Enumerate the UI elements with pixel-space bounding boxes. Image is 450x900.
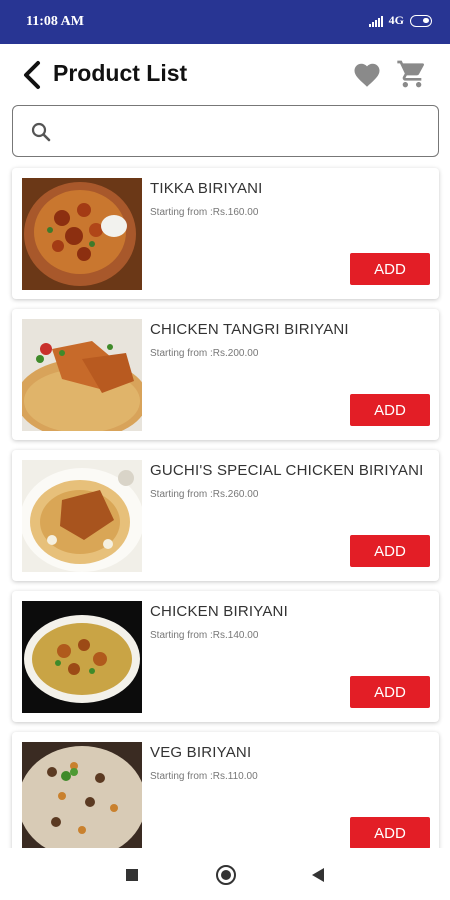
signal-icon [368,15,383,27]
back-icon[interactable] [312,868,324,882]
product-price: Starting from :Rs.200.00 [150,348,259,359]
status-time: 11:08 AM [26,14,84,29]
product-price: Starting from :Rs.140.00 [150,630,259,641]
product-card[interactable]: GUCHI'S SPECIAL CHICKEN BIRIYANI Startin… [12,450,439,581]
add-button[interactable]: ADD [350,676,430,708]
product-name: CHICKEN BIRIYANI [150,603,288,620]
system-nav-bar [0,848,450,900]
recents-icon[interactable] [126,869,138,881]
product-image [22,178,142,290]
search-input[interactable] [63,116,423,146]
product-card[interactable]: VEG BIRIYANI Starting from :Rs.110.00 AD… [12,732,439,863]
product-price: Starting from :Rs.110.00 [150,771,258,782]
product-price: Starting from :Rs.260.00 [150,489,259,500]
product-card[interactable]: CHICKEN BIRIYANI Starting from :Rs.140.0… [12,591,439,722]
product-image [22,601,142,713]
status-bar: 11:08 AM 4G [0,0,450,44]
cart-icon[interactable] [396,58,428,90]
battery-icon [410,14,432,27]
heart-icon[interactable] [351,60,383,90]
product-card[interactable]: TIKKA BIRIYANI Starting from :Rs.160.00 … [12,168,439,299]
product-list: TIKKA BIRIYANI Starting from :Rs.160.00 … [12,168,440,873]
network-label: 4G [388,13,404,27]
home-icon[interactable] [216,865,236,885]
product-name: GUCHI'S SPECIAL CHICKEN BIRIYANI [150,462,424,479]
app-header: Product List [0,44,450,104]
search-box[interactable] [12,105,439,157]
product-card[interactable]: CHICKEN TANGRI BIRIYANI Starting from :R… [12,309,439,440]
product-image [22,460,142,572]
product-image [22,319,142,431]
add-button[interactable]: ADD [350,535,430,567]
product-price: Starting from :Rs.160.00 [150,207,259,218]
add-button[interactable]: ADD [350,394,430,426]
product-name: CHICKEN TANGRI BIRIYANI [150,321,349,338]
page-title: Product List [53,60,188,86]
product-image [22,742,142,854]
add-button[interactable]: ADD [350,253,430,285]
status-icons: 4G [368,13,432,28]
add-button[interactable]: ADD [350,817,430,849]
chevron-left-icon[interactable] [20,60,46,90]
product-name: TIKKA BIRIYANI [150,180,263,197]
product-name: VEG BIRIYANI [150,744,252,761]
search-icon [31,122,51,142]
